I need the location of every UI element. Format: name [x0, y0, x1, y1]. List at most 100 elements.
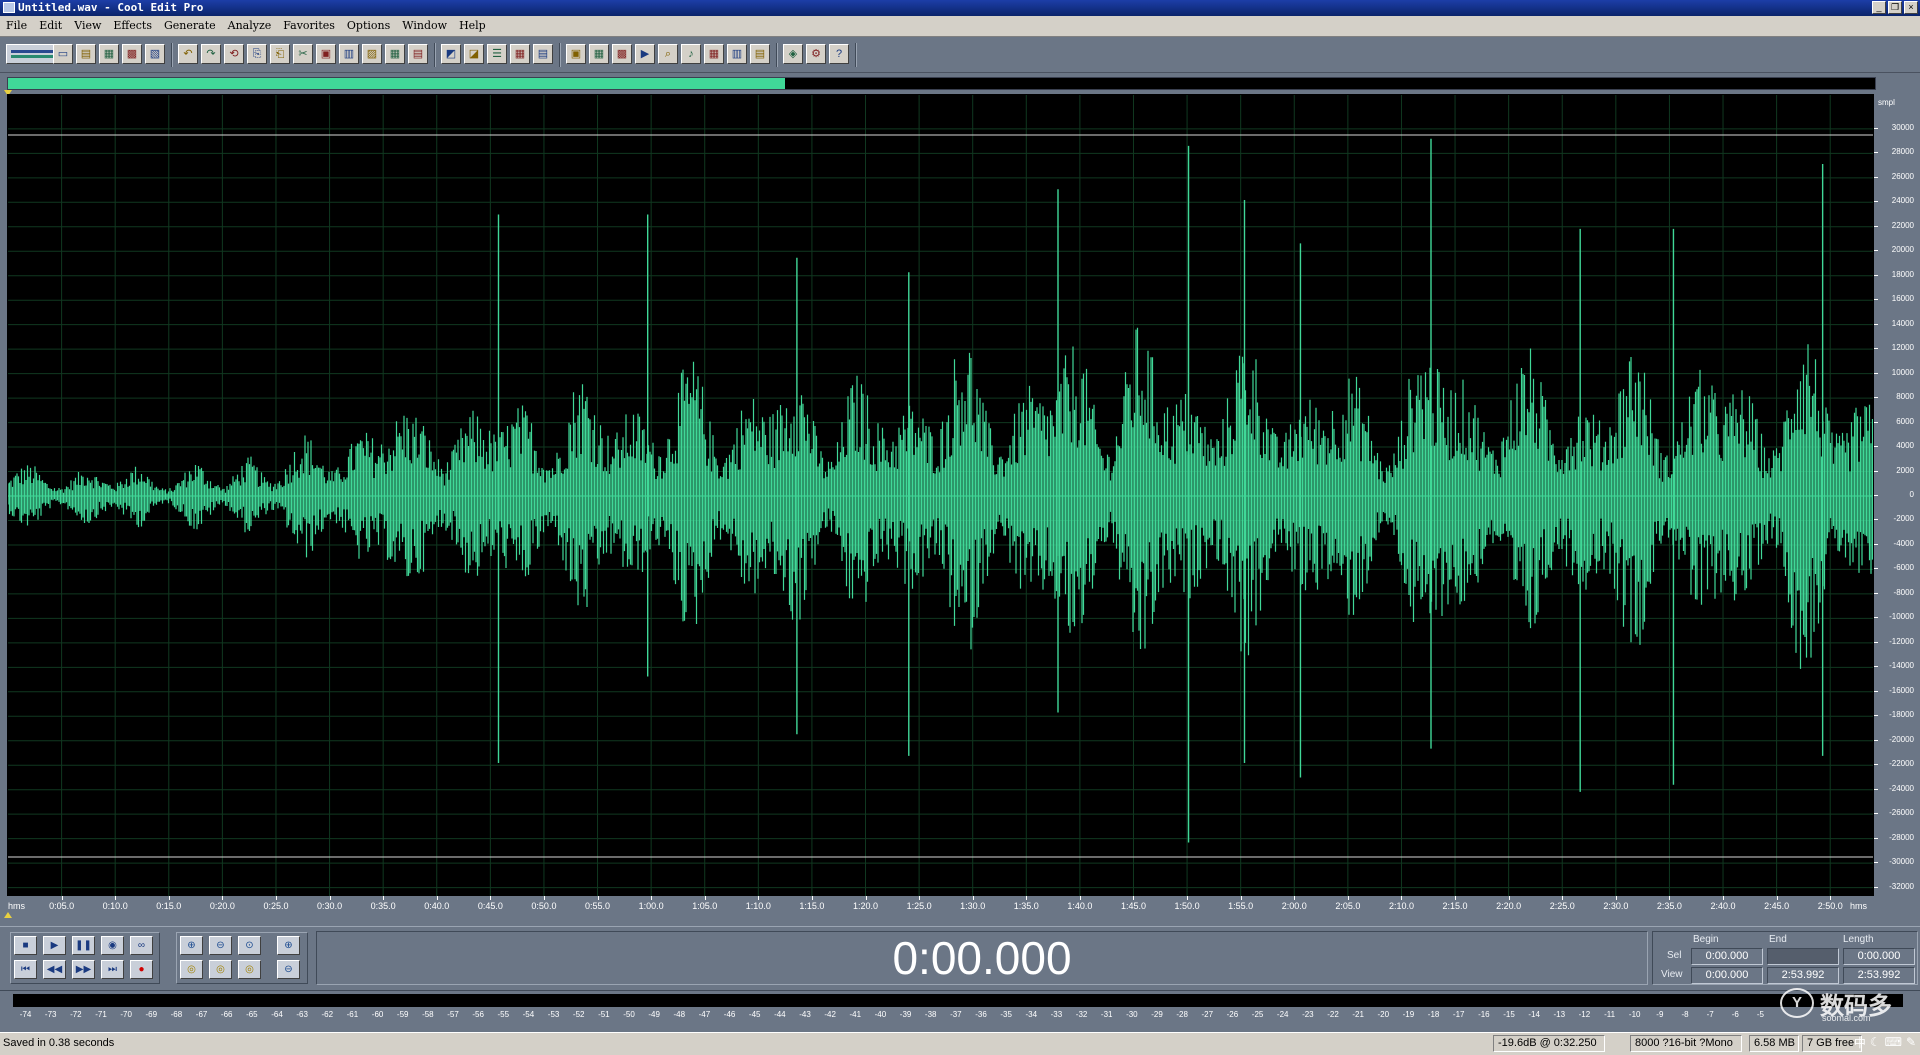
- cd-icon: ◈: [788, 47, 798, 60]
- fast-forward-button[interactable]: ▶▶: [72, 960, 95, 979]
- copy-new-button[interactable]: ⎗: [270, 44, 290, 64]
- menu-analyze[interactable]: Analyze: [222, 16, 278, 36]
- spectral-view-icon: ◪: [468, 47, 480, 60]
- record-button[interactable]: ●: [130, 960, 153, 979]
- save-button[interactable]: ▦: [99, 44, 119, 64]
- close-button[interactable]: ×: [1904, 1, 1918, 14]
- pause-button[interactable]: ❚❚: [72, 936, 95, 955]
- end-marker[interactable]: [4, 912, 12, 918]
- batch-button[interactable]: ▣: [566, 44, 586, 64]
- tools-button[interactable]: ▦: [510, 44, 530, 64]
- db-tick-label: -33: [1050, 1010, 1063, 1019]
- amplitude-tick-mark: [1874, 813, 1878, 815]
- redo-button[interactable]: ↷: [201, 44, 221, 64]
- paste-button[interactable]: ▣: [316, 44, 336, 64]
- open-append-button[interactable]: ▤: [76, 44, 96, 64]
- zoom-full-button[interactable]: ⊙: [238, 936, 261, 955]
- db-tick-label: -18: [1427, 1010, 1440, 1019]
- grid-button[interactable]: ▦: [704, 44, 724, 64]
- play-button[interactable]: ▶: [43, 936, 66, 955]
- cd-button[interactable]: ◈: [783, 44, 803, 64]
- menu-edit[interactable]: Edit: [33, 16, 68, 36]
- convert-button[interactable]: ▦: [589, 44, 609, 64]
- copy-icon: ⎘: [252, 47, 262, 60]
- rewind-button[interactable]: ◀◀: [43, 960, 66, 979]
- db-tick-label: -73: [44, 1010, 57, 1019]
- menu-favorites[interactable]: Favorites: [277, 16, 341, 36]
- db-tick-label: -36: [975, 1010, 987, 1019]
- sel-length-field[interactable]: 0:00.000: [1843, 948, 1915, 965]
- play-list-button[interactable]: ▤: [408, 44, 428, 64]
- zoom-in-button[interactable]: ⊕: [180, 936, 203, 955]
- batch-icon: ▣: [570, 47, 582, 60]
- amplitude-tick-label: 6000: [1896, 416, 1914, 426]
- sel-begin-field[interactable]: 0:00.000: [1691, 948, 1763, 965]
- db-tick-label: -14: [1528, 1010, 1540, 1019]
- trim-button[interactable]: ▦: [385, 44, 405, 64]
- copy-button[interactable]: ⎘: [247, 44, 267, 64]
- open-button[interactable]: ▭: [53, 44, 73, 64]
- time-tick-label: 1:00.0: [638, 901, 664, 911]
- time-tick-mark: [436, 896, 438, 900]
- menu-help[interactable]: Help: [453, 16, 492, 36]
- play-to-end-button[interactable]: ◉: [101, 936, 124, 955]
- go-to-start-button[interactable]: ⏮: [14, 960, 37, 979]
- zoom-out-vertical-button[interactable]: ⊖: [277, 960, 300, 979]
- save-icon: ▦: [103, 47, 115, 60]
- help-button[interactable]: ?: [829, 44, 849, 64]
- save-as-button[interactable]: ▩: [122, 44, 142, 64]
- mix-paste-button[interactable]: ▨: [362, 44, 382, 64]
- zoom-selection-button[interactable]: ◎: [238, 960, 261, 979]
- options-button[interactable]: ⚙: [806, 44, 826, 64]
- cue-list-button[interactable]: ☰: [487, 44, 507, 64]
- view-begin-field[interactable]: 0:00.000: [1691, 967, 1763, 984]
- snap-button[interactable]: ▤: [750, 44, 770, 64]
- frequency-button[interactable]: ♪: [681, 44, 701, 64]
- menu-file[interactable]: File: [0, 16, 33, 36]
- marker-button[interactable]: ▥: [727, 44, 747, 64]
- ime-indicator[interactable]: 中: [1854, 1034, 1866, 1051]
- restore-button[interactable]: ❐: [1888, 1, 1902, 14]
- menu-view[interactable]: View: [68, 16, 107, 36]
- stop-button[interactable]: ■: [14, 936, 37, 955]
- time-tick-label: 1:45.0: [1120, 901, 1146, 911]
- zoom-button[interactable]: ⌕: [658, 44, 678, 64]
- multitrack-toggle-button[interactable]: [6, 44, 58, 64]
- db-tick-label: -32: [1075, 1010, 1088, 1019]
- analysis-button[interactable]: ▤: [533, 44, 553, 64]
- amplitude-tick-label: -30000: [1889, 857, 1914, 867]
- spectral-view-button[interactable]: ◪: [464, 44, 484, 64]
- sel-end-field[interactable]: [1767, 948, 1839, 965]
- menu-effects[interactable]: Effects: [107, 16, 158, 36]
- cursor-level-readout: -19.6dB @ 0:32.250: [1493, 1035, 1605, 1052]
- time-tick-mark: [1615, 896, 1617, 900]
- time-tick-label: 0:05.0: [49, 901, 75, 911]
- undo-button[interactable]: ↶: [178, 44, 198, 64]
- settings-button[interactable]: ▩: [612, 44, 632, 64]
- amplitude-tick-label: -20000: [1889, 734, 1914, 744]
- go-to-end-icon: ⏭: [108, 963, 117, 975]
- repeat-button[interactable]: ⟲: [224, 44, 244, 64]
- overview-visible-range[interactable]: [8, 78, 785, 89]
- zoom-in-vertical-button[interactable]: ⊕: [277, 936, 300, 955]
- time-ruler[interactable]: hms hms 0:05.0 0:10.0 0:15.0 0:20.0 0:25.0 0:…: [0, 896, 1874, 916]
- loop-button[interactable]: ∞: [130, 936, 153, 955]
- menu-options[interactable]: Options: [341, 16, 396, 36]
- envelope-button[interactable]: ◩: [441, 44, 461, 64]
- time-tick-mark: [1776, 896, 1778, 900]
- waveform-display[interactable]: [7, 94, 1874, 898]
- time-tick-label: 0:30.0: [317, 901, 343, 911]
- overview-range-bar[interactable]: [7, 77, 1876, 90]
- paste-new-button[interactable]: ▥: [339, 44, 359, 64]
- zoom-left-button[interactable]: ◎: [180, 960, 203, 979]
- close-file-button[interactable]: ▧: [145, 44, 165, 64]
- go-to-end-button[interactable]: ⏭: [101, 960, 124, 979]
- menu-window[interactable]: Window: [396, 16, 453, 36]
- menu-generate[interactable]: Generate: [158, 16, 222, 36]
- cut-button[interactable]: ✂: [293, 44, 313, 64]
- amplitude-tick-mark: [1874, 421, 1878, 423]
- zoom-right-button[interactable]: ◎: [209, 960, 232, 979]
- zoom-out-button[interactable]: ⊖: [209, 936, 232, 955]
- minimize-button[interactable]: _: [1872, 1, 1886, 14]
- play-button[interactable]: ▶: [635, 44, 655, 64]
